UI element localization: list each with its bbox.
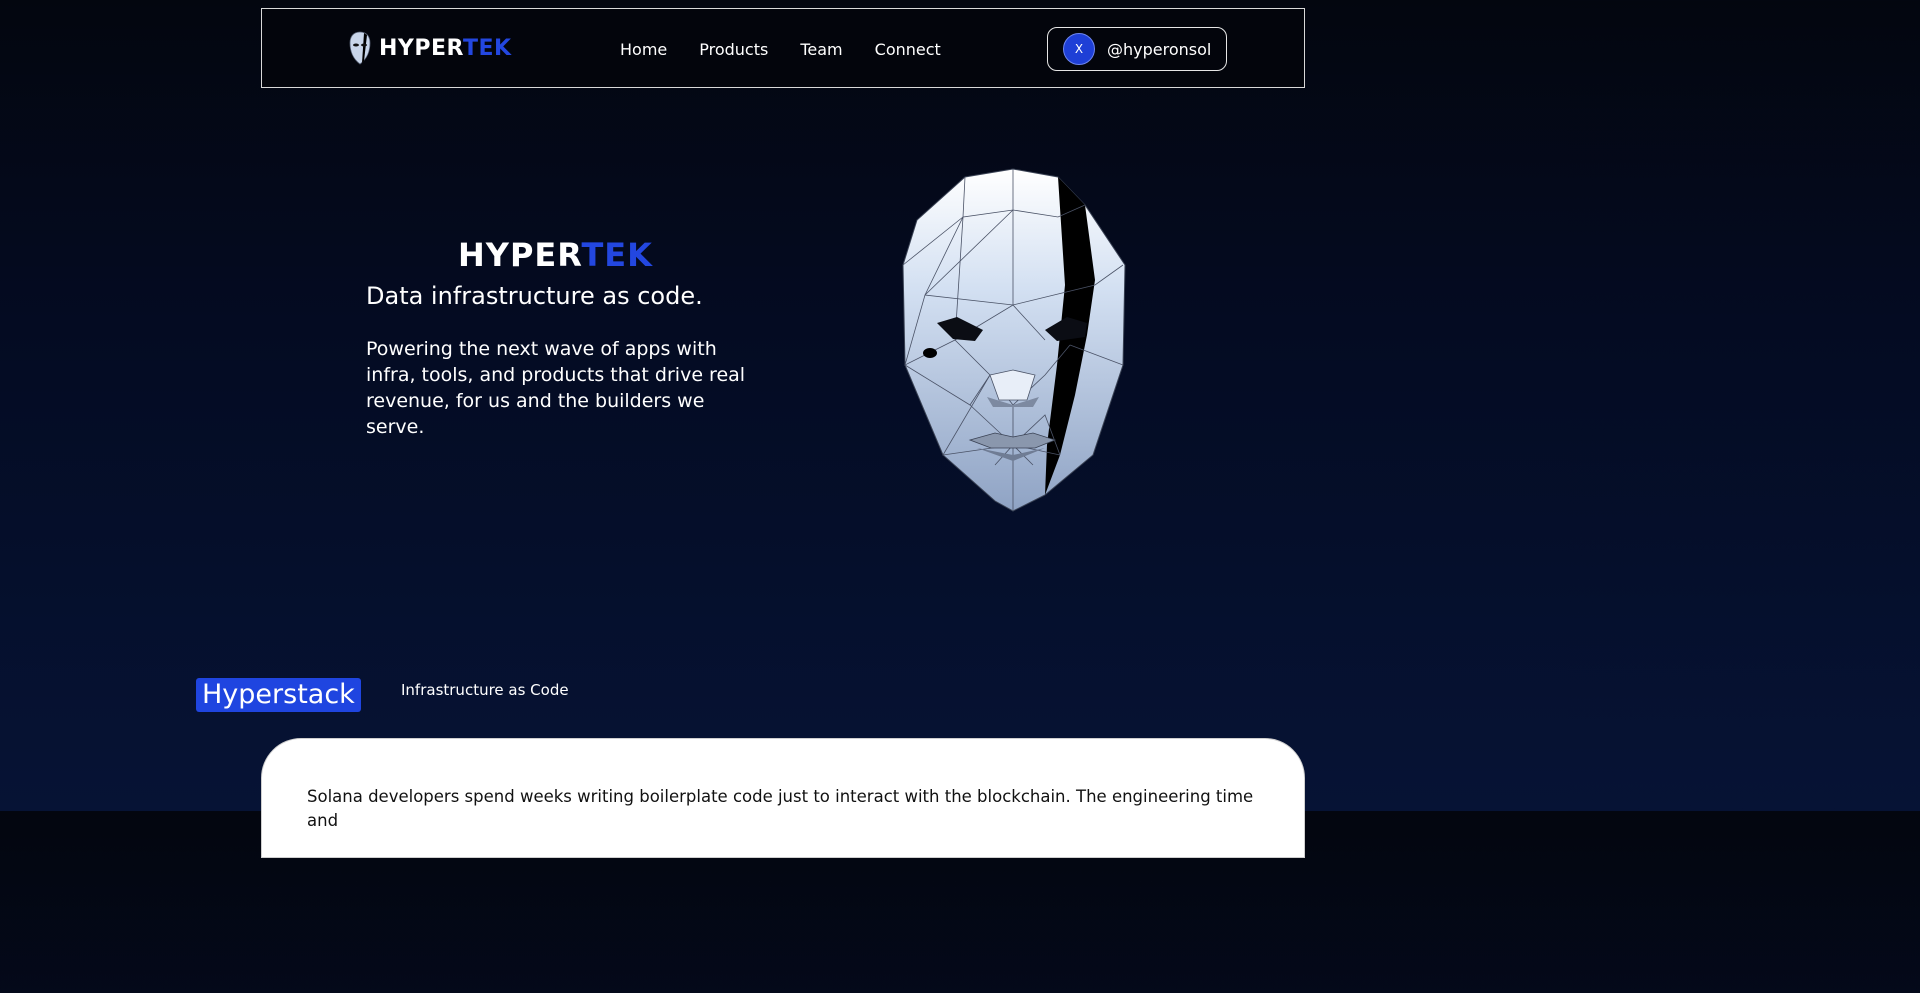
hero-wordmark: HYPERTEK xyxy=(458,236,653,274)
page: HYPERTEK Home Products Team Connect X @h… xyxy=(0,0,1568,858)
nav-link-products[interactable]: Products xyxy=(699,39,768,61)
brand-wordmark-part-b: TEK xyxy=(462,35,512,61)
hero-description: Powering the next wave of apps with infr… xyxy=(366,338,746,438)
hyperstack-card: Solana developers spend weeks writing bo… xyxy=(261,738,1305,858)
brand-wordmark: HYPERTEK xyxy=(379,36,512,61)
nav-link-team[interactable]: Team xyxy=(800,39,842,61)
hyperstack-badge: Hyperstack xyxy=(196,678,361,712)
hyperstack-subtitle: Infrastructure as Code xyxy=(401,681,569,699)
social-handle: @hyperonsol xyxy=(1107,39,1212,59)
nav-links: Home Products Team Connect xyxy=(620,39,973,61)
polygon-mask-illustration xyxy=(902,168,1126,512)
brand-logo[interactable]: HYPERTEK xyxy=(348,31,512,65)
hero-wordmark-part-b: TEK xyxy=(581,236,653,274)
hero-wordmark-part-a: HYPER xyxy=(458,236,582,274)
mask-logo-icon xyxy=(349,31,371,65)
hyperstack-body-text: Solana developers spend weeks writing bo… xyxy=(307,787,1254,830)
nav-link-connect[interactable]: Connect xyxy=(875,39,941,61)
hero-tagline: Data infrastructure as code. xyxy=(366,282,703,310)
top-navbar: HYPERTEK Home Products Team Connect X @h… xyxy=(261,8,1305,88)
x-social-button[interactable]: X @hyperonsol xyxy=(1047,27,1227,71)
brand-wordmark-part-a: HYPER xyxy=(379,35,463,61)
x-icon: X xyxy=(1063,33,1095,65)
nav-link-home[interactable]: Home xyxy=(620,39,667,61)
